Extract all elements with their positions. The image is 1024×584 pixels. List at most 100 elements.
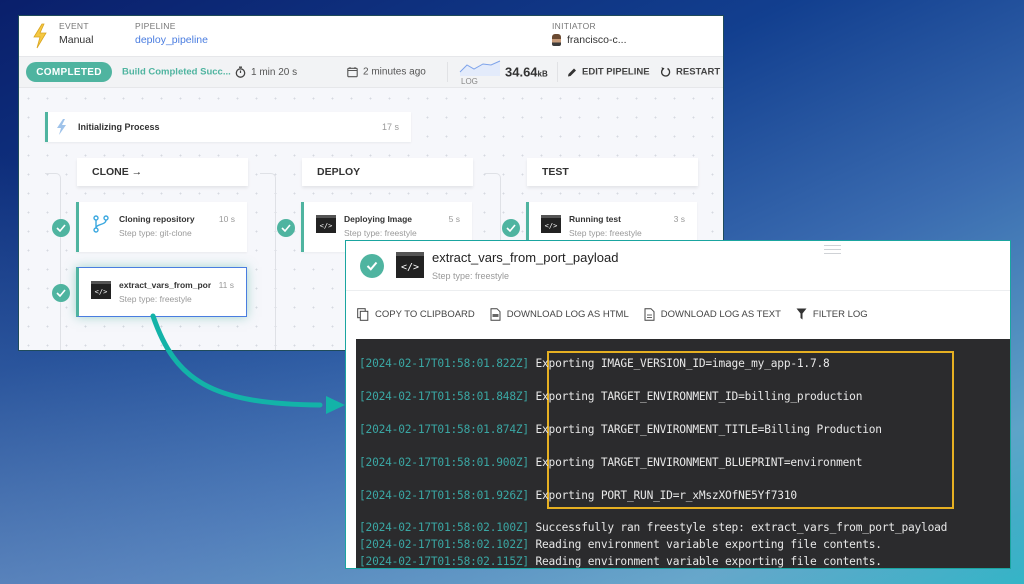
log-timestamp: [2024-02-17T01:58:02.102Z] bbox=[359, 538, 529, 551]
divider bbox=[447, 62, 448, 82]
start-time-value: 2 minutes ago bbox=[363, 66, 426, 78]
step-title: Cloning repository bbox=[119, 214, 195, 224]
log-sparkline[interactable]: LOG bbox=[459, 60, 501, 86]
step-title: extract_vars_from_port_payload bbox=[119, 280, 211, 290]
stage-header-deploy[interactable]: DEPLOY bbox=[302, 158, 473, 186]
pipeline-label: PIPELINE bbox=[135, 21, 176, 31]
log-line: [2024-02-17T01:58:01.848Z] Exporting TAR… bbox=[359, 390, 862, 403]
filter-log-button[interactable]: FILTER LOG bbox=[796, 308, 868, 320]
step-duration: 3 s bbox=[673, 214, 685, 224]
download-html-label: DOWNLOAD LOG AS HTML bbox=[506, 308, 629, 320]
log-line: [2024-02-17T01:58:01.926Z] Exporting POR… bbox=[359, 489, 797, 502]
download-text-button[interactable]: DOWNLOAD LOG AS TEXT bbox=[644, 307, 781, 321]
log-line: [2024-02-17T01:58:01.900Z] Exporting TAR… bbox=[359, 456, 862, 469]
edit-pipeline-label: EDIT PIPELINE bbox=[582, 66, 650, 78]
build-info-row: EVENT Manual PIPELINE deploy_pipeline IN… bbox=[19, 16, 723, 56]
restart-icon bbox=[660, 67, 671, 77]
edit-pipeline-button[interactable]: EDIT PIPELINE bbox=[567, 67, 650, 78]
log-message: Exporting TARGET_ENVIRONMENT_BLUEPRINT=e… bbox=[535, 456, 863, 469]
step-type: Step type: git-clone bbox=[119, 228, 192, 238]
step-title: Running test bbox=[569, 214, 621, 224]
log-toolbar: COPY TO CLIPBOARD DOWNLOAD LOG AS HTML D… bbox=[346, 291, 1010, 337]
html-file-icon bbox=[490, 307, 501, 321]
step-title: Deploying Image bbox=[344, 214, 413, 224]
stage-connector bbox=[45, 173, 61, 350]
step-duration: 11 s bbox=[218, 280, 234, 290]
stage-connector bbox=[260, 173, 276, 350]
initiator-name[interactable]: francisco-c... bbox=[567, 34, 627, 46]
log-step-title: extract_vars_from_port_payload bbox=[432, 250, 619, 265]
log-message: Reading environment variable exporting f… bbox=[535, 555, 882, 568]
filter-icon bbox=[796, 308, 807, 320]
copy-to-clipboard-button[interactable]: COPY TO CLIPBOARD bbox=[357, 307, 475, 321]
log-timestamp: [2024-02-17T01:58:01.874Z] bbox=[359, 423, 529, 436]
log-timestamp: [2024-02-17T01:58:01.900Z] bbox=[359, 456, 529, 469]
success-check-icon bbox=[52, 284, 70, 302]
duration: 1 min 20 s bbox=[235, 66, 297, 78]
log-timestamp: [2024-02-17T01:58:02.100Z] bbox=[359, 521, 529, 534]
log-message: Exporting TARGET_ENVIRONMENT_ID=billing_… bbox=[535, 390, 863, 403]
copy-icon bbox=[357, 307, 369, 321]
stage-header-test[interactable]: TEST bbox=[527, 158, 698, 186]
stage-header-clone[interactable]: CLONE → bbox=[77, 158, 248, 186]
step-type: Step type: freestyle bbox=[569, 228, 642, 238]
log-message: Exporting TARGET_ENVIRONMENT_TITLE=Billi… bbox=[535, 423, 882, 436]
start-time: 2 minutes ago bbox=[347, 67, 426, 78]
step-card-cloning-repository[interactable]: Cloning repository Step type: git-clone … bbox=[76, 202, 247, 252]
calendar-icon bbox=[347, 67, 358, 78]
restart-button[interactable]: RESTART bbox=[660, 67, 720, 78]
stopwatch-icon bbox=[235, 66, 246, 78]
log-message: Successfully ran freestyle step: extract… bbox=[535, 521, 948, 534]
log-timestamp: [2024-02-17T01:58:02.115Z] bbox=[359, 555, 529, 568]
terminal-icon: </> bbox=[316, 215, 336, 233]
log-output[interactable]: [2024-02-17T01:58:01.822Z] Exporting IMA… bbox=[356, 339, 1010, 568]
log-message: Reading environment variable exporting f… bbox=[535, 538, 882, 551]
initiator-label: INITIATOR bbox=[552, 21, 596, 31]
status-message: Build Completed Succ... bbox=[122, 66, 231, 78]
step-type: Step type: freestyle bbox=[344, 228, 417, 238]
log-message: Exporting IMAGE_VERSION_ID=image_my_app-… bbox=[535, 357, 830, 370]
log-line: [2024-02-17T01:58:02.100Z] Successfully … bbox=[359, 521, 947, 534]
init-step-duration: 17 s bbox=[381, 122, 399, 132]
step-duration: 5 s bbox=[448, 214, 460, 224]
lightning-icon bbox=[57, 119, 66, 135]
git-branch-icon bbox=[93, 215, 109, 233]
log-size-unit: kB bbox=[537, 69, 548, 79]
log-sparkline-chart bbox=[459, 60, 501, 76]
log-timestamp: [2024-02-17T01:58:01.822Z] bbox=[359, 357, 529, 370]
step-type: Step type: freestyle bbox=[119, 294, 192, 304]
divider bbox=[557, 62, 558, 82]
init-step-card[interactable]: Initializing Process 17 s bbox=[45, 112, 411, 142]
terminal-icon: </> bbox=[396, 252, 424, 278]
log-timestamp: [2024-02-17T01:58:01.848Z] bbox=[359, 390, 529, 403]
pipeline-field: PIPELINE deploy_pipeline bbox=[135, 21, 208, 46]
download-html-button[interactable]: DOWNLOAD LOG AS HTML bbox=[490, 307, 629, 321]
download-text-label: DOWNLOAD LOG AS TEXT bbox=[660, 308, 781, 320]
log-timestamp: [2024-02-17T01:58:01.926Z] bbox=[359, 489, 529, 502]
log-line: [2024-02-17T01:58:02.115Z] Reading envir… bbox=[359, 555, 882, 568]
pipeline-link[interactable]: deploy_pipeline bbox=[135, 34, 208, 46]
log-line: [2024-02-17T01:58:01.822Z] Exporting IMA… bbox=[359, 357, 830, 370]
restart-label: RESTART bbox=[676, 66, 721, 78]
step-duration: 10 s bbox=[218, 214, 235, 224]
avatar bbox=[552, 34, 561, 46]
terminal-icon: </> bbox=[541, 215, 561, 233]
event-value: Manual bbox=[59, 34, 94, 46]
log-size-value: 34.64 bbox=[505, 64, 538, 80]
event-field: EVENT Manual bbox=[59, 21, 93, 46]
log-panel-header: </> extract_vars_from_port_payload Step … bbox=[346, 241, 1010, 291]
log-message: Exporting PORT_RUN_ID=r_xMszXOfNE5Yf7310 bbox=[535, 489, 797, 502]
step-log-panel: </> extract_vars_from_port_payload Step … bbox=[345, 240, 1011, 569]
filter-log-label: FILTER LOG bbox=[812, 308, 868, 320]
log-line: [2024-02-17T01:58:01.874Z] Exporting TAR… bbox=[359, 423, 882, 436]
build-status-bar: COMPLETED Build Completed Succ... 1 min … bbox=[19, 56, 723, 88]
log-step-type: Step type: freestyle bbox=[432, 271, 510, 281]
copy-label: COPY TO CLIPBOARD bbox=[375, 308, 475, 320]
log-size: 34.64kB bbox=[505, 65, 548, 80]
event-label: EVENT bbox=[59, 21, 89, 31]
success-check-icon bbox=[502, 219, 520, 237]
step-card-extract-vars[interactable]: </> extract_vars_from_port_payload Step … bbox=[76, 267, 247, 317]
text-file-icon bbox=[644, 307, 655, 321]
success-check-icon bbox=[52, 219, 70, 237]
duration-value: 1 min 20 s bbox=[251, 66, 298, 78]
